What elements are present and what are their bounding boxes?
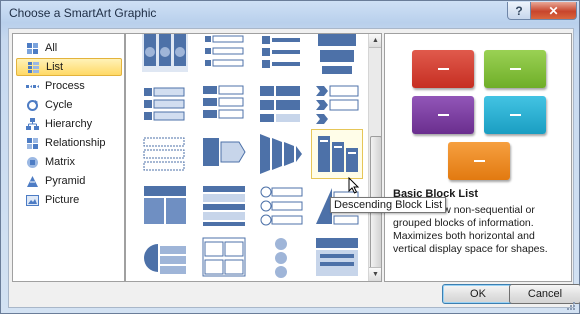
category-label: Pyramid <box>45 175 86 187</box>
category-label: Hierarchy <box>45 118 93 130</box>
dialog-window: Choose a SmartArt Graphic ? ✕ All List P… <box>0 0 580 314</box>
resize-grip-icon[interactable] <box>567 302 576 311</box>
matrix-icon <box>26 156 39 169</box>
process-icon <box>26 80 39 93</box>
layout-tooltip: Descending Block List <box>330 197 447 213</box>
pyramid-icon <box>26 175 39 188</box>
layout-thumbnail[interactable] <box>312 34 362 78</box>
category-cycle[interactable]: Cycle <box>16 96 120 114</box>
gallery-scrollbar[interactable]: ▲ ▼ <box>368 34 381 281</box>
layout-thumbnail[interactable] <box>256 80 306 128</box>
preview-pane: Basic Block List Use to show non-sequent… <box>384 33 572 282</box>
category-all[interactable]: All <box>16 39 120 57</box>
category-relationship[interactable]: Relationship <box>16 134 120 152</box>
mouse-cursor-icon <box>348 177 360 194</box>
layout-thumbnail[interactable] <box>256 234 306 281</box>
layout-thumbnail[interactable] <box>140 234 190 281</box>
layout-thumbnail[interactable] <box>140 34 190 78</box>
layout-thumbnail[interactable] <box>312 80 362 128</box>
close-button[interactable]: ✕ <box>530 2 577 20</box>
category-label: Cycle <box>45 99 73 111</box>
scroll-down-arrow-icon[interactable]: ▼ <box>369 267 381 281</box>
category-label: List <box>46 61 64 73</box>
layout-thumbnail[interactable] <box>199 234 249 281</box>
category-picture[interactable]: Picture <box>16 191 120 209</box>
category-label: Process <box>45 80 85 92</box>
layout-thumbnail[interactable] <box>199 80 249 128</box>
category-hierarchy[interactable]: Hierarchy <box>16 115 120 133</box>
preview-block <box>412 50 474 88</box>
layout-thumbnail[interactable] <box>256 130 306 178</box>
layout-thumbnail[interactable] <box>199 130 249 178</box>
category-process[interactable]: Process <box>16 77 120 95</box>
ok-button[interactable]: OK <box>442 284 514 304</box>
cycle-icon <box>26 99 39 112</box>
category-pyramid[interactable]: Pyramid <box>16 172 120 190</box>
scroll-up-arrow-icon[interactable]: ▲ <box>369 34 381 48</box>
preview-block <box>484 96 546 134</box>
layout-thumbnail[interactable] <box>256 34 306 78</box>
layout-thumbnail[interactable] <box>256 182 306 230</box>
layout-thumbnail-descending-block-list[interactable] <box>311 129 363 179</box>
dialog-title: Choose a SmartArt Graphic <box>9 6 157 20</box>
layout-thumbnail[interactable] <box>140 80 190 128</box>
layout-thumbnail[interactable] <box>140 130 190 178</box>
preview-block <box>484 50 546 88</box>
preview-block <box>412 96 474 134</box>
category-label: Picture <box>45 194 80 206</box>
category-label: Relationship <box>45 137 106 149</box>
list-icon <box>27 61 40 74</box>
preview-block <box>448 142 510 180</box>
all-icon <box>26 42 39 55</box>
layout-thumbnail[interactable] <box>312 234 362 281</box>
category-matrix[interactable]: Matrix <box>16 153 120 171</box>
preview-graphic <box>387 36 569 180</box>
cancel-button[interactable]: Cancel <box>509 284 580 304</box>
picture-icon <box>26 194 39 207</box>
hierarchy-icon <box>26 117 39 131</box>
dialog-body: All List Process Cycle Hierarchy Relatio… <box>8 28 574 308</box>
layout-thumbnail[interactable] <box>140 182 190 230</box>
help-button[interactable]: ? <box>507 2 531 20</box>
layout-gallery: ▲ ▼ <box>125 33 382 282</box>
category-label: All <box>45 42 58 54</box>
layout-thumbnail[interactable] <box>199 34 249 78</box>
relationship-icon <box>26 137 39 150</box>
category-list: All List Process Cycle Hierarchy Relatio… <box>12 33 125 282</box>
title-bar[interactable]: Choose a SmartArt Graphic ? ✕ <box>1 1 579 25</box>
category-list-item[interactable]: List <box>16 58 122 76</box>
category-label: Matrix <box>45 156 75 168</box>
layout-thumbnail[interactable] <box>199 182 249 230</box>
